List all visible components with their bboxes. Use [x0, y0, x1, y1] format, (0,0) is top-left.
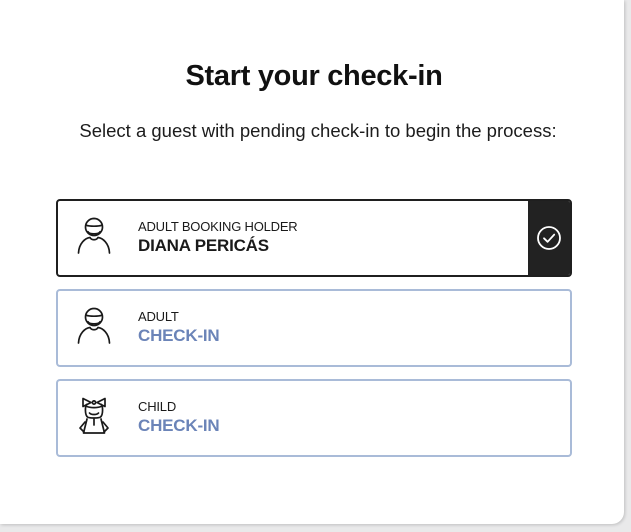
guest-card-booking-holder[interactable]: ADULT BOOKING HOLDER DIANA PERICÁS [56, 199, 572, 277]
guest-role-label: ADULT [138, 309, 179, 324]
guest-card-child[interactable]: CHILD CHECK-IN [56, 379, 572, 457]
page-title: Start your check-in [185, 60, 443, 92]
child-icon [76, 395, 112, 435]
guest-card-adult[interactable]: ADULT CHECK-IN [56, 289, 572, 367]
check-circle-icon [537, 226, 561, 250]
adult-icon [76, 215, 112, 255]
guest-role-label: ADULT BOOKING HOLDER [138, 219, 298, 234]
page-subtitle: Select a guest with pending check-in to … [79, 120, 557, 141]
selected-check-tab [528, 201, 570, 275]
guest-role-label: CHILD [138, 399, 177, 414]
checkin-panel: Start your check-in Select a guest with … [0, 0, 624, 524]
guest-name: DIANA PERICÁS [138, 236, 269, 255]
adult-icon [76, 305, 112, 345]
checkin-action-label: CHECK-IN [138, 326, 220, 345]
checkin-action-label: CHECK-IN [138, 416, 220, 435]
